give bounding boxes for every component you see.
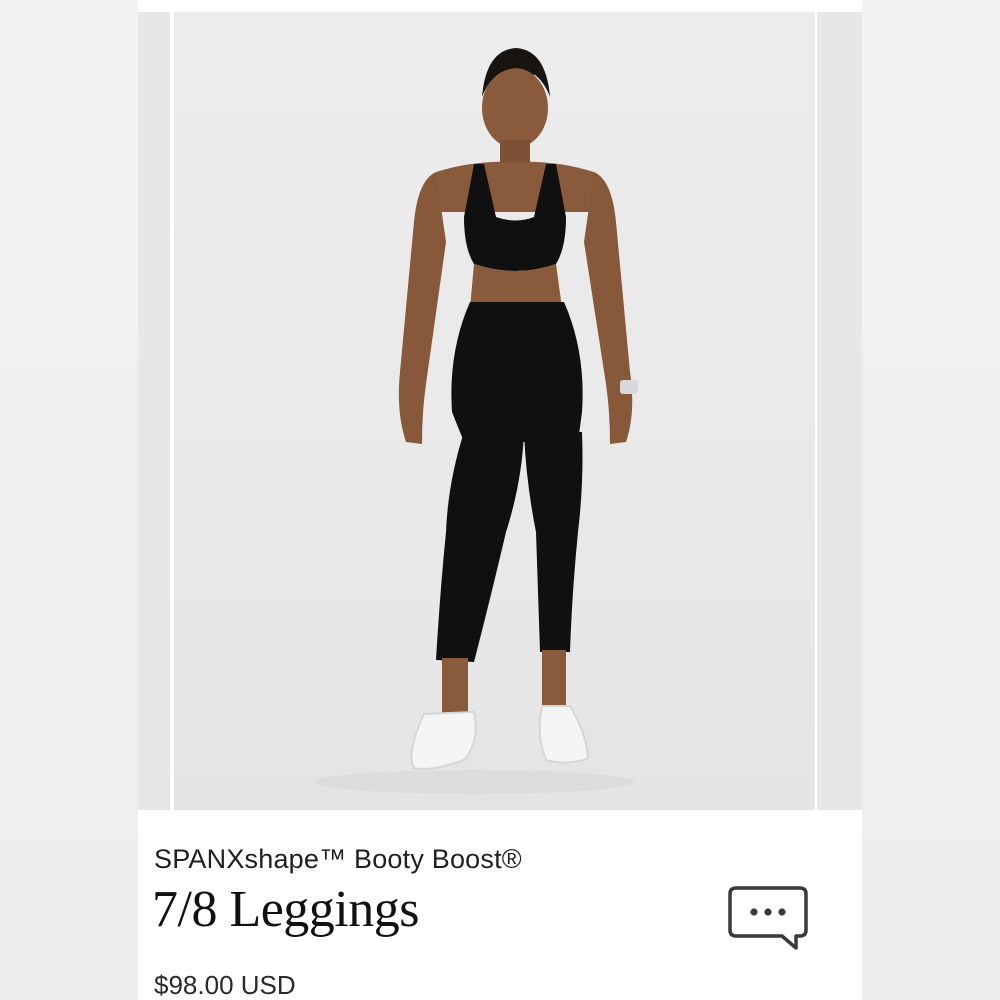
model-illustration bbox=[314, 48, 638, 794]
product-price: $98.00 USD bbox=[154, 970, 296, 1000]
product-brand: SPANXshape™ Booty Boost® bbox=[154, 844, 522, 874]
chat-button[interactable] bbox=[726, 884, 812, 954]
top-strip bbox=[138, 0, 862, 12]
product-info: SPANXshape™ Booty Boost® 7/8 Leggings $9… bbox=[138, 810, 862, 1000]
chat-bubble-icon bbox=[728, 886, 808, 950]
product-image-gallery[interactable] bbox=[138, 12, 862, 810]
product-title: 7/8 Leggings bbox=[152, 881, 419, 938]
previous-image-peek[interactable] bbox=[138, 12, 170, 810]
next-image-peek[interactable] bbox=[817, 12, 862, 810]
product-main-image[interactable] bbox=[174, 12, 815, 810]
product-card: SPANXshape™ Booty Boost® 7/8 Leggings $9… bbox=[138, 0, 862, 1000]
